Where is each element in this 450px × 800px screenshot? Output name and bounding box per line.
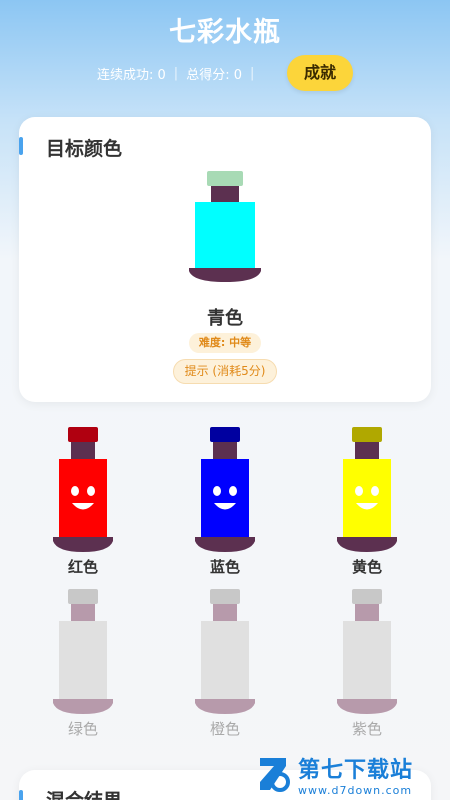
color-bottle [43, 587, 123, 717]
bottle-neck [355, 442, 379, 460]
bottle-graphic [337, 427, 397, 552]
bottle-base [337, 537, 397, 552]
section-accent-bar [19, 790, 23, 800]
bottle-eye [355, 486, 363, 496]
bottle-neck [213, 442, 237, 460]
difficulty-badge: 难度: 中等 [189, 333, 261, 353]
bottle-base [53, 537, 113, 552]
stats-divider: | [173, 66, 179, 81]
hint-button[interactable]: 提示 (消耗5分) [173, 359, 277, 384]
bottle-graphic [195, 427, 255, 552]
bottle-base [195, 699, 255, 714]
bottle-neck [71, 604, 95, 622]
bottle-cap [210, 427, 240, 442]
section-accent-bar [19, 137, 23, 155]
bottle-body [201, 621, 249, 705]
site-watermark: 第七下载站 www.d7down.com [256, 748, 450, 800]
bottle-eye [213, 486, 221, 496]
bottle-label: 紫色 [351, 720, 382, 738]
target-bottle [189, 171, 261, 282]
bottle-label: 黄色 [351, 558, 382, 576]
bottle-base [337, 699, 397, 714]
bottle-eye [229, 486, 237, 496]
bottle-eye [371, 486, 379, 496]
stats-divider: | [249, 66, 255, 81]
bottle-neck [213, 604, 237, 622]
bottle-label: 蓝色 [209, 558, 240, 576]
bottle-cap [207, 171, 243, 186]
watermark-logo-icon [260, 758, 290, 792]
bottle-body [201, 459, 249, 543]
bottle-graphic [195, 589, 255, 714]
bottle-neck [355, 604, 379, 622]
watermark-url: www.d7down.com [298, 783, 413, 797]
color-bottle[interactable] [185, 425, 265, 555]
color-bottle [185, 587, 265, 717]
header: 七彩水瓶 连续成功: 0 | 总得分: 0 | 成就 [0, 0, 450, 110]
color-bottle [327, 587, 407, 717]
bottle-graphic [53, 589, 113, 714]
bottle-base [189, 268, 261, 282]
watermark-name: 第七下载站 [298, 757, 414, 783]
bottle-label: 红色 [67, 558, 98, 576]
total-score: 总得分: 0 [186, 68, 242, 83]
bottle-label: 橙色 [209, 720, 240, 738]
color-bottle[interactable] [327, 425, 407, 555]
bottle-eye [71, 486, 79, 496]
bottle-cap [352, 427, 382, 442]
bottle-base [53, 699, 113, 714]
bottle-cap [352, 589, 382, 604]
bottle-body [195, 202, 255, 274]
bottle-body [59, 621, 107, 705]
streak-count: 连续成功: 0 [97, 68, 166, 83]
result-section-title: 混合结果 [46, 786, 122, 800]
target-section-title: 目标颜色 [46, 138, 123, 160]
stats-bar: 连续成功: 0 | 总得分: 0 | [97, 64, 254, 83]
bottle-eye [87, 486, 95, 496]
bottle-label: 绿色 [67, 720, 98, 738]
bottle-base [195, 537, 255, 552]
bottle-graphic [337, 589, 397, 714]
bottle-graphic [53, 427, 113, 552]
bottle-cap [68, 427, 98, 442]
bottle-neck [211, 186, 239, 203]
bottle-body [59, 459, 107, 543]
color-bottle[interactable] [43, 425, 123, 555]
bottle-cap [68, 589, 98, 604]
bottle-body [343, 621, 391, 705]
achievements-button[interactable]: 成就 [287, 55, 353, 91]
target-color-name: 青色 [207, 308, 243, 329]
bottle-neck [71, 442, 95, 460]
bottle-cap [210, 589, 240, 604]
game-title: 七彩水瓶 [169, 17, 281, 48]
bottle-body [343, 459, 391, 543]
